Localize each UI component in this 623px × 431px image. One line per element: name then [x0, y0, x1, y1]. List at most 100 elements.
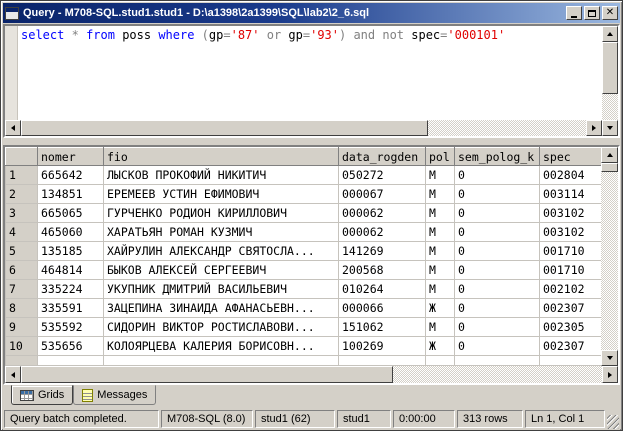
title-bar[interactable]: Query - M708-SQL.stud1.stud1 - D:\a1398\…	[3, 3, 620, 23]
table-cell[interactable]: М	[426, 242, 455, 261]
column-header-pol[interactable]: pol	[426, 148, 455, 166]
editor-vscroll-thumb[interactable]	[602, 42, 618, 94]
table-cell[interactable]: 000062	[339, 204, 426, 223]
table-cell[interactable]: М	[426, 185, 455, 204]
row-number-cell[interactable]: 10	[6, 337, 38, 356]
table-cell[interactable]: 0	[455, 299, 540, 318]
column-header-data-rogden[interactable]: data_rogden	[339, 148, 426, 166]
row-number-cell[interactable]: 6	[6, 261, 38, 280]
grid-hscroll-thumb[interactable]	[21, 366, 393, 383]
sql-query-input[interactable]: select * from poss where (gp='87' or gp=…	[18, 26, 602, 120]
table-cell[interactable]: ЕРЕМЕЕВ УСТИН ЕФИМОВИЧ	[104, 185, 339, 204]
editor-vertical-scrollbar[interactable]	[602, 26, 618, 136]
table-cell[interactable]: 002804	[540, 166, 602, 185]
row-number-cell[interactable]: 2	[6, 185, 38, 204]
scroll-right-button[interactable]	[586, 120, 602, 136]
editor-horizontal-scrollbar[interactable]	[5, 120, 602, 136]
minimize-button[interactable]	[566, 6, 582, 20]
row-number-cell[interactable]: 7	[6, 280, 38, 299]
column-header-nomer[interactable]: nomer	[38, 148, 104, 166]
table-cell[interactable]: ХАЙРУЛИН АЛЕКСАНДР СВЯТОСЛА...	[104, 242, 339, 261]
table-cell[interactable]: Ж	[426, 337, 455, 356]
table-cell[interactable]: СИДОРИН ВИКТОР РОСТИСЛАВОВИ...	[104, 318, 339, 337]
table-cell[interactable]: 335224	[38, 280, 104, 299]
table-cell[interactable]: 464814	[38, 261, 104, 280]
table-cell[interactable]: 665065	[38, 204, 104, 223]
query-window-icon[interactable]	[5, 7, 19, 20]
table-cell[interactable]: 200568	[339, 261, 426, 280]
grid-vscroll-track[interactable]	[601, 163, 618, 350]
column-header-fio[interactable]: fio	[104, 148, 339, 166]
scroll-left-button[interactable]	[5, 366, 21, 383]
table-cell[interactable]: 002305	[540, 318, 602, 337]
table-cell[interactable]: М	[426, 318, 455, 337]
table-cell[interactable]: М	[426, 204, 455, 223]
table-cell[interactable]: 665642	[38, 166, 104, 185]
table-cell[interactable]: 0	[455, 261, 540, 280]
scroll-up-button[interactable]	[602, 26, 618, 42]
table-cell[interactable]: 010264	[339, 280, 426, 299]
table-cell[interactable]: 003114	[540, 185, 602, 204]
maximize-button[interactable]	[584, 6, 600, 20]
grid-vertical-scrollbar[interactable]	[601, 147, 618, 366]
scroll-down-button[interactable]	[602, 120, 618, 136]
table-cell[interactable]: 141269	[339, 242, 426, 261]
table-cell[interactable]: 0	[455, 242, 540, 261]
table-cell[interactable]: 001710	[540, 261, 602, 280]
table-cell[interactable]: 002307	[540, 299, 602, 318]
table-cell[interactable]: 465060	[38, 223, 104, 242]
table-cell[interactable]: 003102	[540, 204, 602, 223]
table-cell[interactable]: 0	[455, 204, 540, 223]
column-header-spec[interactable]: spec	[540, 148, 602, 166]
column-header-sem-polog-k[interactable]: sem_polog_k	[455, 148, 540, 166]
table-cell[interactable]: 001710	[540, 242, 602, 261]
resize-grip[interactable]	[607, 415, 619, 429]
editor-vscroll-track[interactable]	[602, 42, 618, 120]
row-number-cell[interactable]: 1	[6, 166, 38, 185]
grid-vscroll-thumb[interactable]	[601, 163, 618, 172]
table-cell[interactable]: 050272	[339, 166, 426, 185]
table-cell[interactable]: М	[426, 280, 455, 299]
table-cell[interactable]: 0	[455, 185, 540, 204]
row-number-cell[interactable]: 5	[6, 242, 38, 261]
table-cell[interactable]: 000062	[339, 223, 426, 242]
table-cell[interactable]: 003102	[540, 223, 602, 242]
table-cell[interactable]: 0	[455, 280, 540, 299]
scroll-left-button[interactable]	[5, 120, 21, 136]
table-cell[interactable]: 002307	[540, 337, 602, 356]
table-cell[interactable]: ГУРЧЕНКО РОДИОН КИРИЛЛОВИЧ	[104, 204, 339, 223]
table-cell[interactable]: 000066	[339, 299, 426, 318]
tab-messages[interactable]: Messages	[73, 385, 156, 405]
row-number-cell[interactable]: 8	[6, 299, 38, 318]
row-number-cell[interactable]: 4	[6, 223, 38, 242]
table-cell[interactable]: 0	[455, 223, 540, 242]
tab-grids[interactable]: Grids	[11, 385, 73, 405]
table-cell[interactable]: 0	[455, 337, 540, 356]
table-cell[interactable]: 135185	[38, 242, 104, 261]
table-cell[interactable]: 100269	[339, 337, 426, 356]
grid-hscroll-track[interactable]	[21, 366, 602, 383]
row-number-cell[interactable]: 3	[6, 204, 38, 223]
table-cell[interactable]: КОЛОЯРЦЕВА КАЛЕРИЯ БОРИСОВН...	[104, 337, 339, 356]
table-cell[interactable]: ЛЫСКОВ ПРОКОФИЙ НИКИТИЧ	[104, 166, 339, 185]
editor-selection-margin[interactable]	[5, 26, 18, 120]
row-number-cell[interactable]: 9	[6, 318, 38, 337]
editor-hscroll-track[interactable]	[21, 120, 586, 136]
scroll-up-button[interactable]	[601, 147, 618, 163]
grid-horizontal-scrollbar[interactable]	[5, 366, 618, 383]
table-cell[interactable]: ХАРАТЬЯН РОМАН КУЗМИЧ	[104, 223, 339, 242]
scroll-right-button[interactable]	[602, 366, 618, 383]
table-cell[interactable]: 0	[455, 166, 540, 185]
close-button[interactable]: ✕	[602, 6, 618, 20]
editor-results-splitter[interactable]	[3, 138, 620, 145]
table-cell[interactable]: БЫКОВ АЛЕКСЕЙ СЕРГЕЕВИЧ	[104, 261, 339, 280]
table-cell[interactable]: 535656	[38, 337, 104, 356]
table-cell[interactable]: М	[426, 261, 455, 280]
table-cell[interactable]: 535592	[38, 318, 104, 337]
table-cell[interactable]: М	[426, 223, 455, 242]
table-cell[interactable]: 134851	[38, 185, 104, 204]
table-cell[interactable]: Ж	[426, 299, 455, 318]
table-cell[interactable]: 151062	[339, 318, 426, 337]
table-cell[interactable]: 335591	[38, 299, 104, 318]
scroll-down-button[interactable]	[601, 350, 618, 366]
